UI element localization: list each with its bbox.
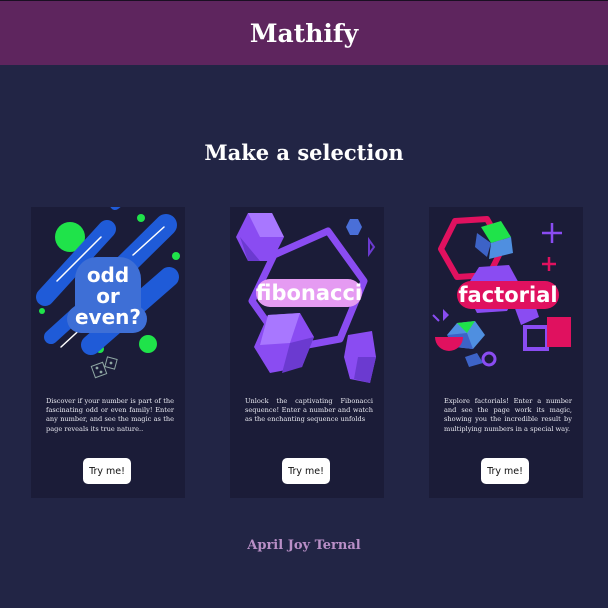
- app-header: Mathify: [0, 0, 608, 65]
- fibonacci-art-label: fibonacci: [256, 281, 362, 305]
- author-credit: April Joy Ternal: [247, 538, 361, 553]
- factorial-description: Explore factorials! Enter a number and s…: [444, 397, 572, 433]
- factorial-illustration: factorial: [432, 216, 571, 367]
- card-fibonacci: fibonacci Unlock the captivating Fibonac…: [230, 207, 384, 498]
- section-title: Make a selection: [204, 140, 404, 165]
- dice-icon: [90, 356, 118, 379]
- fibonacci-illustration: fibonacci: [236, 213, 376, 383]
- try-fibonacci-button[interactable]: Try me!: [282, 458, 330, 484]
- odd-even-art-line-3: even?: [75, 305, 141, 329]
- odd-even-illustration: odd or even?: [36, 207, 180, 379]
- app-title: Mathify: [249, 18, 359, 48]
- fibonacci-description: Unlock the captivating Fibonacci sequenc…: [245, 397, 373, 424]
- factorial-art-label: factorial: [458, 283, 557, 307]
- card-factorial: factorial Explore factorials! Enter a nu…: [429, 207, 583, 498]
- try-factorial-button[interactable]: Try me!: [481, 458, 529, 484]
- try-odd-even-button[interactable]: Try me!: [83, 458, 131, 484]
- odd-even-description: Discover if your number is part of the f…: [46, 397, 174, 433]
- card-odd-even: odd or even? Discover if your number is …: [31, 207, 185, 498]
